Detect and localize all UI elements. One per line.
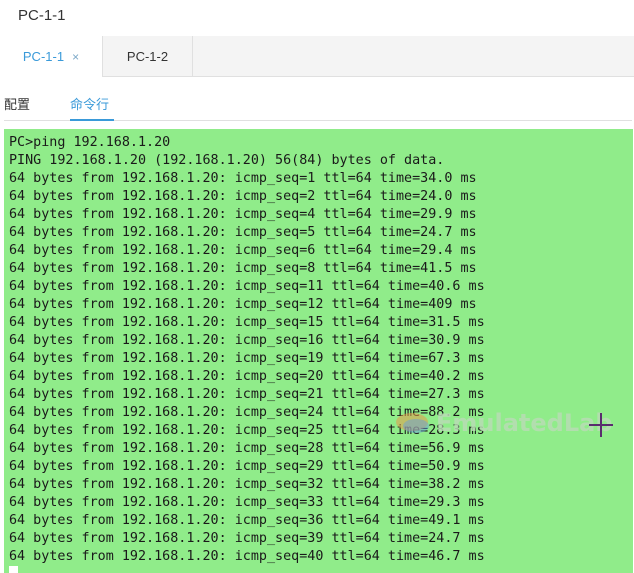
terminal-line: 64 bytes from 192.168.1.20: icmp_seq=4 t… bbox=[9, 207, 477, 222]
title-bar: PC-1-1 bbox=[0, 0, 634, 36]
subtab-config[interactable]: 配置 bbox=[4, 94, 30, 113]
tab-pc-1-1[interactable]: PC-1-1 × bbox=[0, 36, 103, 77]
active-subtab-indicator bbox=[70, 119, 114, 121]
tab-pc-1-2[interactable]: PC-1-2 bbox=[103, 36, 193, 76]
terminal-line: 64 bytes from 192.168.1.20: icmp_seq=19 … bbox=[9, 351, 485, 366]
terminal-output[interactable]: PC>ping 192.168.1.20 PING 192.168.1.20 (1… bbox=[4, 129, 633, 573]
terminal-cursor bbox=[9, 566, 18, 573]
terminal-line: 64 bytes from 192.168.1.20: icmp_seq=12 … bbox=[9, 297, 477, 312]
tab-label: PC-1-1 bbox=[22, 49, 65, 64]
terminal-line: 64 bytes from 192.168.1.20: icmp_seq=29 … bbox=[9, 459, 485, 474]
terminal-line: PC>ping 192.168.1.20 bbox=[9, 135, 171, 150]
window-title: PC-1-1 bbox=[18, 7, 66, 24]
watermark-text: EmulatedLab bbox=[436, 409, 613, 437]
tab-label: PC-1-2 bbox=[126, 48, 169, 64]
terminal-line: 64 bytes from 192.168.1.20: icmp_seq=40 … bbox=[9, 549, 485, 564]
terminal-line: 64 bytes from 192.168.1.20: icmp_seq=32 … bbox=[9, 477, 485, 492]
terminal-line: 64 bytes from 192.168.1.20: icmp_seq=15 … bbox=[9, 315, 485, 330]
terminal-line: 64 bytes from 192.168.1.20: icmp_seq=6 t… bbox=[9, 243, 477, 258]
terminal-line: 64 bytes from 192.168.1.20: icmp_seq=2 t… bbox=[9, 189, 477, 204]
app-window: PC-1-1 PC-1-1 × PC-1-2 配置 命令行 PC>ping 19… bbox=[0, 0, 634, 573]
close-icon[interactable]: × bbox=[72, 50, 79, 64]
terminal-line: 64 bytes from 192.168.1.20: icmp_seq=5 t… bbox=[9, 225, 477, 240]
terminal-line: 64 bytes from 192.168.1.20: icmp_seq=11 … bbox=[9, 279, 485, 294]
subtab-command-line[interactable]: 命令行 bbox=[70, 94, 109, 113]
terminal-line: 64 bytes from 192.168.1.20: icmp_seq=39 … bbox=[9, 531, 485, 546]
terminal-line: 64 bytes from 192.168.1.20: icmp_seq=36 … bbox=[9, 513, 485, 528]
crosshair-cursor-icon bbox=[589, 413, 613, 437]
tab-bar: PC-1-1 × PC-1-2 bbox=[0, 36, 634, 77]
terminal-line: 64 bytes from 192.168.1.20: icmp_seq=1 t… bbox=[9, 171, 477, 186]
terminal-line: 64 bytes from 192.168.1.20: icmp_seq=16 … bbox=[9, 333, 485, 348]
terminal-line: PING 192.168.1.20 (192.168.1.20) 56(84) … bbox=[9, 153, 445, 168]
terminal-line: 64 bytes from 192.168.1.20: icmp_seq=20 … bbox=[9, 369, 485, 384]
terminal-line: 64 bytes from 192.168.1.20: icmp_seq=28 … bbox=[9, 441, 485, 456]
terminal-line: 64 bytes from 192.168.1.20: icmp_seq=8 t… bbox=[9, 261, 477, 276]
terminal-line: 64 bytes from 192.168.1.20: icmp_seq=33 … bbox=[9, 495, 485, 510]
terminal-line: 64 bytes from 192.168.1.20: icmp_seq=21 … bbox=[9, 387, 485, 402]
subtab-bar: 配置 命令行 bbox=[0, 77, 634, 121]
